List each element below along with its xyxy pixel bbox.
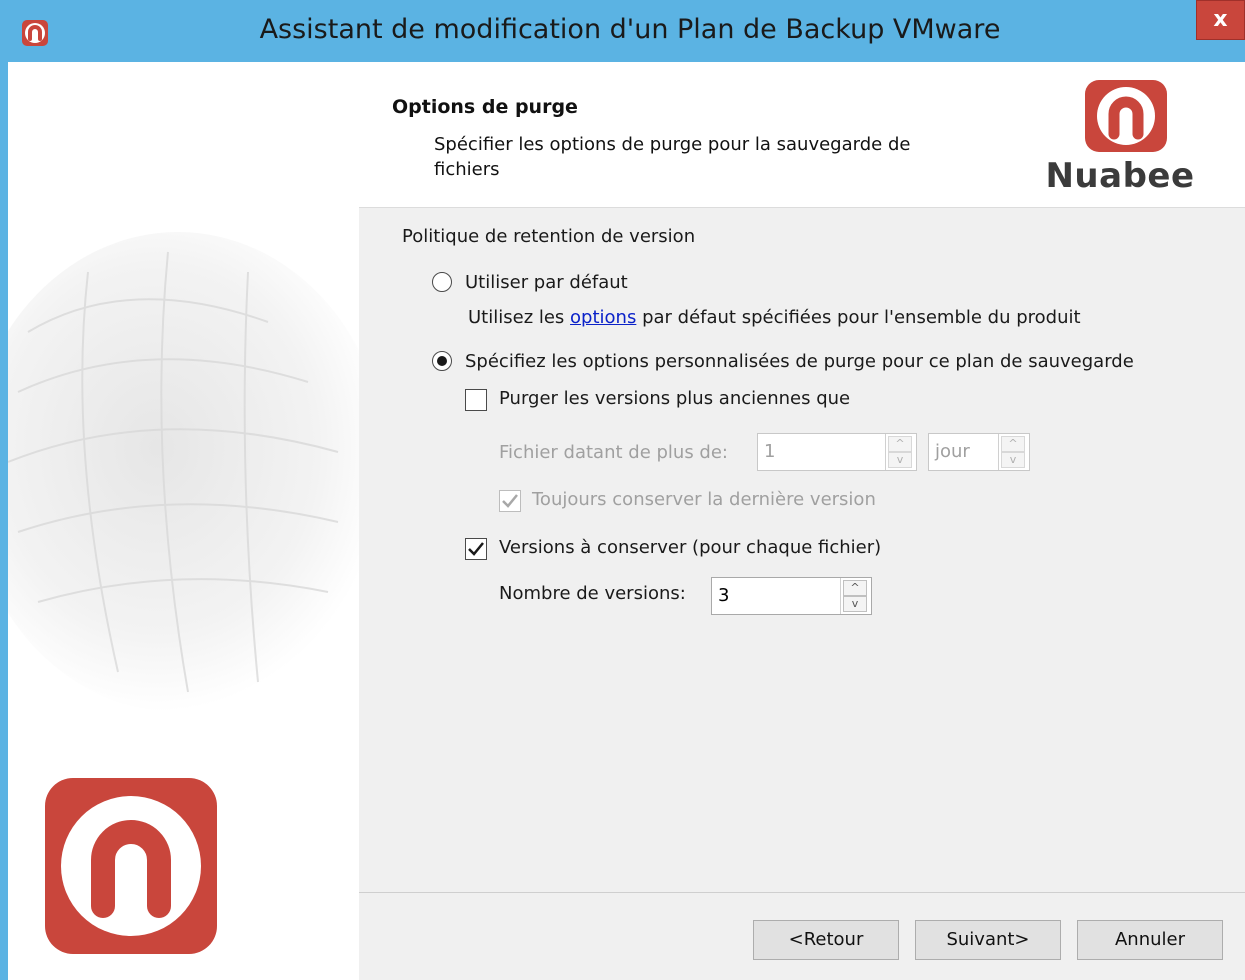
use-default-description: Utilisez les options par défaut spécifié…	[468, 307, 1081, 328]
page-title: Options de purge	[392, 96, 578, 118]
versions-to-keep-label[interactable]: Versions à conserver (pour chaque fichie…	[499, 537, 881, 558]
title-bar: Assistant de modification d'un Plan de B…	[0, 0, 1245, 62]
chevron-up-icon[interactable]: ^	[888, 436, 912, 452]
wizard-body: Options de purge Spécifier les options d…	[8, 62, 1245, 980]
back-button[interactable]: <Retour	[753, 920, 899, 960]
chevron-down-icon[interactable]: v	[843, 596, 867, 612]
chevron-down-icon[interactable]: v	[888, 452, 912, 468]
options-link[interactable]: options	[570, 307, 636, 328]
next-button[interactable]: Suivant>	[915, 920, 1061, 960]
nuabee-large-logo	[45, 778, 217, 954]
versions-to-keep-checkbox[interactable]	[465, 538, 487, 560]
cancel-button[interactable]: Annuler	[1077, 920, 1223, 960]
custom-options-label[interactable]: Spécifiez les options personnalisées de …	[465, 351, 1134, 372]
purge-options-panel: Politique de retention de version Utilis…	[359, 208, 1245, 892]
side-banner	[8, 62, 359, 980]
file-age-stepper[interactable]: 1 ^ v	[757, 433, 917, 471]
page-header: Options de purge Spécifier les options d…	[359, 62, 1245, 208]
version-count-arrows: ^ v	[840, 578, 871, 614]
chevron-up-icon[interactable]: ^	[1001, 436, 1025, 452]
age-unit-value: jour	[935, 441, 970, 462]
file-age-label: Fichier datant de plus de:	[499, 442, 728, 463]
checkmark-icon	[502, 494, 518, 508]
radio-use-default[interactable]	[432, 272, 452, 292]
file-age-arrows: ^ v	[885, 434, 916, 470]
radio-selected-dot	[437, 356, 447, 366]
wizard-window: Assistant de modification d'un Plan de B…	[0, 0, 1245, 980]
footer-divider	[359, 892, 1245, 893]
version-count-label: Nombre de versions:	[499, 583, 686, 604]
use-default-label[interactable]: Utiliser par défaut	[465, 272, 628, 293]
version-count-stepper[interactable]: 3 ^ v	[711, 577, 872, 615]
page-description: Spécifier les options de purge pour la s…	[434, 134, 911, 180]
file-age-value: 1	[764, 441, 776, 462]
retention-policy-label: Politique de retention de version	[402, 226, 696, 247]
nuabee-brand-logo	[1085, 80, 1167, 152]
chevron-up-icon[interactable]: ^	[843, 580, 867, 596]
purge-older-label[interactable]: Purger les versions plus anciennes que	[499, 388, 850, 409]
keep-last-version-label: Toujours conserver la dernière version	[532, 489, 876, 510]
checkmark-icon	[468, 542, 484, 556]
brand-name: Nuabee	[1045, 156, 1195, 196]
version-count-value: 3	[718, 585, 730, 606]
default-desc-prefix: Utilisez les	[468, 307, 571, 328]
age-unit-arrows: ^ v	[998, 434, 1029, 470]
keep-last-version-checkbox[interactable]	[499, 490, 521, 512]
nuabee-app-icon	[22, 20, 48, 46]
background-watermark-image	[8, 232, 359, 712]
purge-older-checkbox[interactable]	[465, 389, 487, 411]
window-title: Assistant de modification d'un Plan de B…	[259, 14, 1001, 45]
radio-custom-options[interactable]	[432, 351, 452, 371]
age-unit-stepper[interactable]: jour ^ v	[928, 433, 1030, 471]
close-button[interactable]: x	[1196, 0, 1245, 40]
default-desc-suffix: par défaut spécifiées pour l'ensemble du…	[636, 307, 1081, 328]
chevron-down-icon[interactable]: v	[1001, 452, 1025, 468]
